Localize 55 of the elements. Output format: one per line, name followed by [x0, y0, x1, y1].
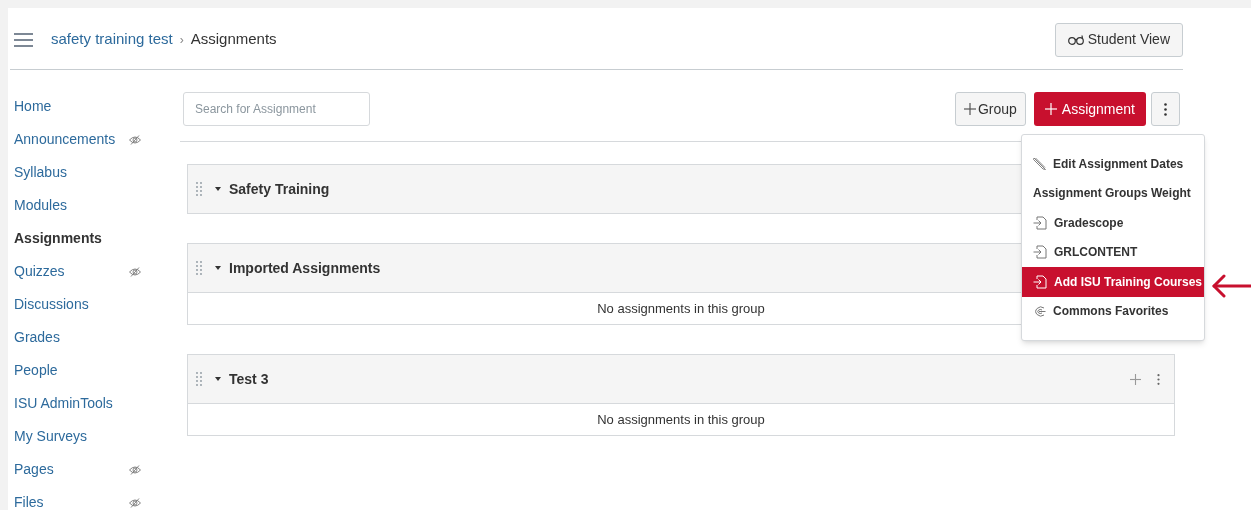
glasses-icon — [1067, 34, 1084, 45]
add-assignment-button[interactable]: Assignment — [1033, 92, 1146, 126]
hidden-eye-icon — [129, 134, 141, 145]
breadcrumb-separator: › — [179, 31, 184, 49]
sidebar-link[interactable]: Pages — [14, 459, 129, 480]
sidebar-link[interactable]: ISU AdminTools — [14, 393, 129, 414]
menu-item[interactable]: Add ISU Training Courses — [1022, 267, 1204, 297]
hidden-eye-icon — [129, 464, 141, 475]
commons-icon — [1033, 305, 1046, 317]
plus-icon — [963, 103, 976, 115]
more-options-button[interactable] — [1151, 92, 1180, 126]
menu-item[interactable]: Commons Favorites — [1022, 296, 1204, 326]
empty-group-message: No assignments in this group — [597, 410, 765, 429]
group-title: Test 3 — [229, 369, 269, 389]
add-icon[interactable] — [1130, 373, 1141, 385]
external-tool-icon — [1033, 215, 1047, 230]
sidebar-link[interactable]: Modules — [14, 195, 129, 216]
hidden-eye-icon — [129, 266, 141, 277]
menu-icon[interactable] — [14, 32, 33, 47]
kebab-icon — [1164, 102, 1167, 116]
sidebar-link[interactable]: Quizzes — [14, 261, 129, 282]
external-tool-icon — [1033, 245, 1047, 260]
menu-item[interactable]: Assignment Groups Weight — [1022, 178, 1204, 208]
external-tool-icon — [1033, 274, 1047, 289]
empty-group-message: No assignments in this group — [597, 299, 765, 318]
kebab-icon[interactable] — [1157, 373, 1160, 385]
drag-handle-icon[interactable] — [196, 182, 202, 196]
breadcrumb-link[interactable]: safety training test — [51, 28, 173, 51]
sidebar-link[interactable]: Grades — [14, 327, 129, 348]
menu-item[interactable]: Edit Assignment Dates — [1022, 149, 1204, 179]
search-field[interactable]: Search for Assignment — [183, 92, 370, 126]
group-title: Imported Assignments — [229, 258, 381, 278]
plus-icon — [1044, 103, 1057, 115]
sidebar-link[interactable]: Assignments — [14, 228, 129, 249]
add-group-button[interactable]: Group — [954, 92, 1026, 126]
drag-handle-icon[interactable] — [196, 261, 202, 275]
sidebar-link[interactable]: Files — [14, 492, 129, 510]
group-title: Safety Training — [229, 179, 330, 199]
sidebar-link[interactable]: People — [14, 360, 129, 381]
menu-item[interactable]: Gradescope — [1022, 208, 1204, 238]
hidden-eye-icon — [129, 497, 141, 508]
pencil-icon — [1033, 157, 1046, 171]
sidebar-link[interactable]: Discussions — [14, 294, 129, 315]
caret-down-icon[interactable] — [215, 376, 221, 382]
sidebar-link[interactable]: Syllabus — [14, 162, 129, 183]
sidebar-link[interactable]: Announcements — [14, 129, 129, 150]
drag-handle-icon[interactable] — [196, 372, 202, 386]
sidebar-link[interactable]: My Surveys — [14, 426, 129, 447]
caret-down-icon[interactable] — [215, 186, 221, 192]
arrow-icon — [1211, 274, 1251, 298]
sidebar-link[interactable]: Home — [14, 96, 129, 117]
breadcrumb-current: Assignments — [190, 29, 277, 50]
menu-item[interactable]: GRLCONTENT — [1022, 237, 1204, 267]
caret-down-icon[interactable] — [215, 265, 221, 271]
student-view-button[interactable]: Student View — [1054, 22, 1183, 57]
